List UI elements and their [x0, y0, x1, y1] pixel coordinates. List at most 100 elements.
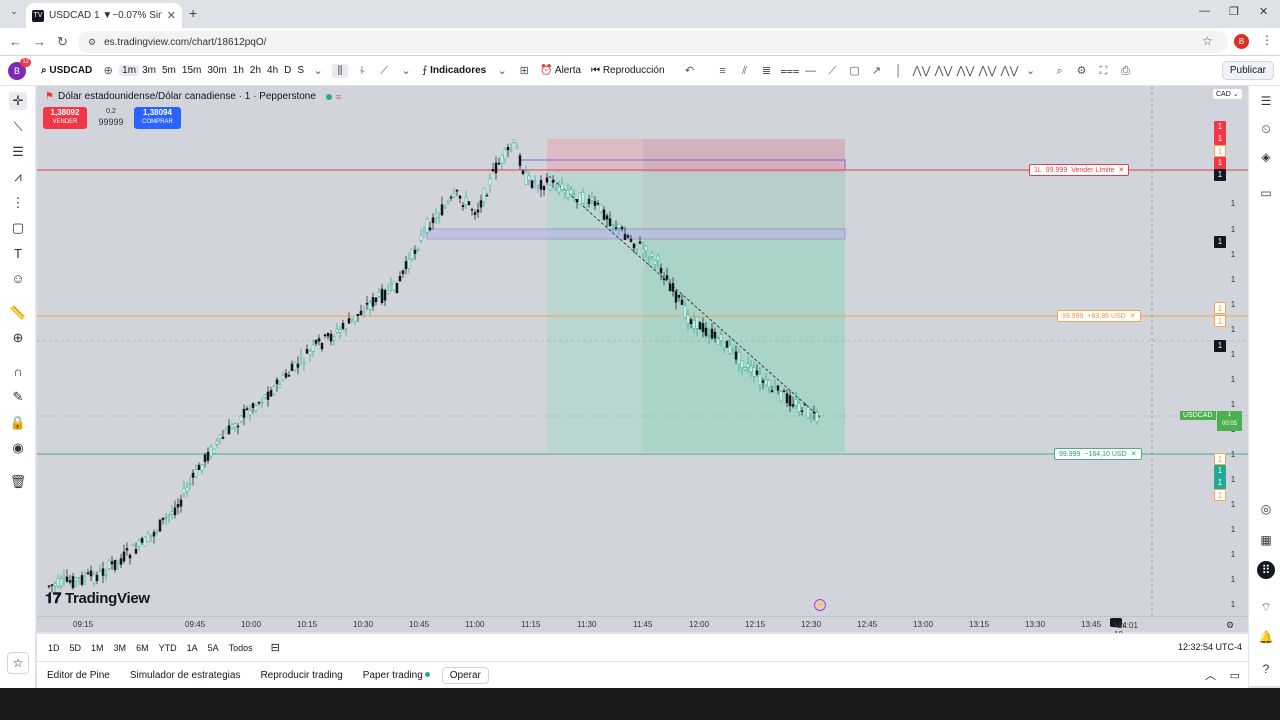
stop-loss-label[interactable]: 99.999 −164,10 USD ✕ — [1054, 448, 1142, 460]
trading-replay-tab[interactable]: Reproducir trading — [250, 670, 352, 681]
candles-icon[interactable]: ⫼ — [332, 63, 349, 78]
interval-3m[interactable]: 3m — [139, 65, 159, 76]
tradingview-logo[interactable]: 𝟏𝟕 TradingView — [45, 590, 150, 607]
interval-1h[interactable]: 1h — [230, 65, 247, 76]
vertical-line-icon[interactable]: │ — [891, 64, 907, 78]
range-1a[interactable]: 1A — [182, 643, 203, 653]
order-price-tag[interactable]: 1 — [1214, 169, 1226, 181]
crosshair-icon[interactable]: ✛ — [9, 92, 27, 110]
lock-drawing-icon[interactable]: ✎ — [9, 388, 27, 406]
currency-selector[interactable]: CAD ⌄ — [1213, 89, 1242, 99]
notifications-bell-icon[interactable]: 🔔 — [1257, 628, 1275, 646]
interval-4h[interactable]: 4h — [264, 65, 281, 76]
time-axis[interactable]: 09:15 09:45 10:00 10:15 10:30 10:45 11:00 11:15… — [37, 616, 1248, 657]
lock-icon[interactable]: 🔒 — [9, 414, 27, 432]
trend-line-icon[interactable]: ⟋ — [825, 64, 841, 78]
settings-gear-icon[interactable]: ⚙ — [1074, 64, 1090, 78]
sell-limit-order-label[interactable]: 1L 99.999 Vender Límite ✕ — [1029, 164, 1130, 176]
range-todos[interactable]: Todos — [224, 643, 258, 653]
range-3m[interactable]: 3M — [109, 643, 132, 653]
browser-tab[interactable]: TV USDCAD 1 ▼−0.07% Sin nombre ✕ — [26, 3, 182, 28]
collapse-panel-icon[interactable]: ︿ — [1205, 667, 1216, 683]
minimize-icon[interactable]: — — [1199, 5, 1210, 17]
order-price-tag[interactable]: 1 — [1214, 133, 1226, 145]
order-price-tag[interactable]: 1 — [1214, 453, 1226, 465]
maximize-panel-icon[interactable]: ▭ — [1230, 669, 1240, 682]
range-ytd[interactable]: YTD — [154, 643, 182, 653]
replay-button[interactable]: ⏮ Reproducción — [586, 65, 670, 76]
interval-2h[interactable]: 2h — [247, 65, 264, 76]
axis-settings-icon[interactable]: ⚙ — [1226, 620, 1234, 631]
fullscreen-icon[interactable]: ⛶ — [1096, 64, 1112, 78]
camera-icon[interactable]: ⎙ — [1118, 64, 1134, 78]
range-5d[interactable]: 5D — [65, 643, 87, 653]
ray-icon[interactable]: ↗ — [869, 64, 885, 78]
pattern-head-shoulders-icon[interactable]: ⋀⋁ — [1001, 64, 1019, 78]
range-1d[interactable]: 1D — [43, 643, 65, 653]
new-tab-icon[interactable]: + — [189, 5, 197, 21]
pitchfork-icon[interactable]: ⫽ — [737, 64, 753, 78]
fib-tool-icon[interactable]: ☰ — [9, 143, 27, 161]
interval-1m[interactable]: 1m — [119, 65, 140, 76]
order-price-tag[interactable]: 1 — [1214, 302, 1226, 314]
pine-editor-tab[interactable]: Editor de Pine — [37, 670, 120, 681]
pattern-wave-icon[interactable]: ⋀⋁ — [979, 64, 997, 78]
undo-icon[interactable]: ↶ — [682, 64, 698, 78]
order-price-tag[interactable]: 1 — [1214, 477, 1226, 489]
publish-button[interactable]: Publicar — [1221, 61, 1274, 80]
cancel-tp-icon[interactable]: ✕ — [1130, 312, 1136, 320]
patterns-dropdown-icon[interactable]: ⌄ — [1023, 64, 1039, 78]
watchlist-icon[interactable]: ☰ — [1257, 92, 1275, 110]
trade-tab[interactable]: Operar — [441, 666, 489, 684]
zoom-in-icon[interactable]: ⊕ — [9, 329, 27, 347]
clock[interactable]: 12:32:54 UTC-4 — [1178, 642, 1242, 652]
trash-icon[interactable]: 🗑 — [9, 473, 27, 491]
close-tab-icon[interactable]: ✕ — [167, 9, 176, 22]
calendar-icon[interactable]: ▦ — [1257, 531, 1275, 549]
order-price-tag[interactable]: 1 — [1214, 121, 1226, 133]
bar-chart-icon[interactable]: ⍭ — [354, 64, 370, 78]
interval-15m[interactable]: 15m — [179, 65, 204, 76]
lightning-icon[interactable]: ⚡ — [814, 599, 826, 611]
interval-5m[interactable]: 5m — [159, 65, 179, 76]
order-quantity[interactable]: 99999 — [93, 117, 129, 128]
parallel-channel-icon[interactable]: ≣ — [759, 64, 775, 78]
order-price-tag[interactable]: 1 — [1214, 236, 1226, 248]
magnet-icon[interactable]: ∩ — [9, 363, 27, 381]
order-price-tag[interactable]: 1 — [1214, 157, 1226, 169]
rectangle-icon[interactable]: ▢ — [847, 64, 863, 78]
indicators-dropdown-icon[interactable]: ⌄ — [494, 64, 510, 78]
cancel-order-icon[interactable]: ✕ — [1118, 166, 1124, 174]
trend-channel-icon[interactable]: ≡ — [715, 64, 731, 78]
buy-button[interactable]: 1,38094 COMPRAR — [134, 107, 181, 129]
range-6m[interactable]: 6M — [131, 643, 154, 653]
alerts-clock-icon[interactable]: ⏲ — [1257, 120, 1275, 138]
target-icon[interactable]: ◎ — [1257, 500, 1275, 518]
interval-dropdown-icon[interactable]: ⌄ — [310, 64, 326, 78]
eye-icon[interactable]: ◉ — [9, 439, 27, 457]
alert-button[interactable]: ⏰ Alerta — [535, 65, 586, 76]
order-price-tag[interactable]: 1 — [1214, 340, 1226, 352]
templates-icon[interactable]: ⊞ — [516, 64, 532, 78]
zoom-icon[interactable]: ⌕ — [1052, 64, 1068, 78]
url-input[interactable]: ⚙ es.tradingview.com/chart/18612pqO/ — [78, 31, 1228, 53]
close-window-icon[interactable]: ✕ — [1259, 5, 1268, 18]
line-chart-icon[interactable]: ⟋ — [376, 64, 392, 78]
apps-grid-icon[interactable]: ⠿ — [1257, 561, 1275, 579]
cancel-sl-icon[interactable]: ✕ — [1131, 450, 1137, 458]
compare-symbol-icon[interactable]: ⊕ — [100, 64, 116, 78]
range-5a[interactable]: 5A — [203, 643, 224, 653]
goto-date-icon[interactable]: ⊟ — [266, 641, 285, 654]
regression-icon[interactable]: ⩶ — [781, 64, 800, 78]
broadcast-icon[interactable]: ⌔ — [1257, 598, 1275, 616]
forward-icon[interactable]: → — [33, 34, 46, 49]
chart-type-dropdown-icon[interactable]: ⌄ — [398, 64, 414, 78]
text-tool-icon[interactable]: T — [9, 245, 27, 263]
interval-D[interactable]: D — [281, 65, 294, 76]
browser-profile-avatar[interactable]: B — [1234, 34, 1249, 49]
indicators-button[interactable]: ⨍ Indicadores — [417, 65, 491, 76]
emoji-tool-icon[interactable]: ☺ — [9, 270, 27, 288]
tab-search-icon[interactable]: ⌄ — [6, 6, 22, 22]
order-price-tag[interactable]: 1 — [1214, 465, 1226, 477]
chat-icon[interactable]: ▭ — [1257, 184, 1275, 202]
